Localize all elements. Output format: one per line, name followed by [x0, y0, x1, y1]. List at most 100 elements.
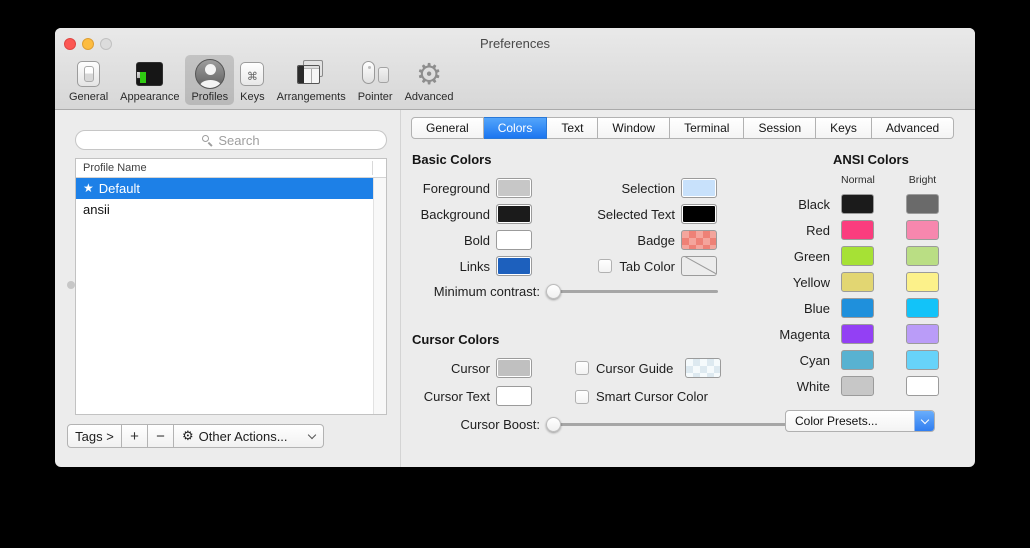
- keys-icon: ⌘: [240, 58, 264, 89]
- ansi-color-label: Cyan: [745, 353, 830, 368]
- green-normal-color-well[interactable]: [841, 246, 874, 266]
- toolbar-item-pointer[interactable]: Pointer: [352, 55, 399, 105]
- ansi-color-label: Green: [745, 249, 830, 264]
- foreground-color-well[interactable]: [496, 178, 532, 198]
- pane-divider-dot: [67, 281, 75, 289]
- color-presets-dropdown[interactable]: Color Presets...: [785, 410, 935, 432]
- green-bright-color-well[interactable]: [906, 246, 939, 266]
- profile-row-default[interactable]: ★ Default: [76, 178, 373, 199]
- profile-name-column-header: Profile Name: [83, 162, 147, 174]
- scrollbar-track[interactable]: [373, 178, 386, 414]
- window-title: Preferences: [55, 36, 975, 51]
- toolbar-item-general[interactable]: General: [63, 55, 114, 105]
- cyan-normal-color-well[interactable]: [841, 350, 874, 370]
- color-label: Tab Color: [619, 259, 675, 274]
- color-row-foreground: Foreground: [412, 178, 532, 198]
- blue-normal-color-well[interactable]: [841, 298, 874, 318]
- smart-cursor-color-label: Smart Cursor Color: [596, 389, 708, 404]
- color-row-cursor-text: Cursor Text: [412, 386, 532, 406]
- yellow-bright-color-well[interactable]: [906, 272, 939, 292]
- white-bright-color-well[interactable]: [906, 376, 939, 396]
- color-row-tab-color: Tab Color: [555, 256, 717, 276]
- cursor-guide-checkbox[interactable]: [575, 361, 589, 375]
- black-normal-color-well[interactable]: [841, 194, 874, 214]
- toolbar-item-keys[interactable]: ⌘ Keys: [234, 55, 270, 105]
- profile-row-ansii[interactable]: ansii: [76, 199, 373, 220]
- ansi-color-label: Red: [745, 223, 830, 238]
- add-profile-button[interactable]: +: [122, 424, 148, 448]
- minimum-contrast-slider[interactable]: [548, 290, 718, 293]
- basic-colors-right-column: Selection Selected Text Badge Tab Color: [555, 178, 717, 282]
- ansi-color-label: White: [745, 379, 830, 394]
- color-row-links: Links: [412, 256, 532, 276]
- smart-cursor-color-checkbox[interactable]: [575, 390, 589, 404]
- smart-cursor-color-row: Smart Cursor Color: [575, 389, 721, 404]
- toolbar-item-profiles[interactable]: Profiles: [185, 55, 234, 105]
- tab-general[interactable]: General: [411, 117, 484, 139]
- tab-window[interactable]: Window: [598, 117, 670, 139]
- basic-colors-left-column: Foreground Background Bold Links: [412, 178, 532, 282]
- advanced-gear-icon: ⚙: [416, 58, 442, 89]
- color-label: Badge: [555, 233, 675, 248]
- slider-knob[interactable]: [546, 417, 561, 432]
- white-normal-color-well[interactable]: [841, 376, 874, 396]
- panel-divider: [400, 110, 401, 467]
- magenta-bright-color-well[interactable]: [906, 324, 939, 344]
- ansi-colors-grid: Normal Bright Black Red Green Yellow Blu…: [745, 174, 939, 402]
- red-bright-color-well[interactable]: [906, 220, 939, 240]
- arrangements-icon: [296, 58, 326, 89]
- ansi-colors-title: ANSI Colors: [833, 152, 909, 167]
- links-color-well[interactable]: [496, 256, 532, 276]
- selection-color-well[interactable]: [681, 178, 717, 198]
- toolbar-item-label: Keys: [240, 91, 264, 103]
- tab-advanced[interactable]: Advanced: [872, 117, 954, 139]
- search-input[interactable]: Search: [75, 130, 387, 150]
- toolbar-item-advanced[interactable]: ⚙ Advanced: [399, 55, 460, 105]
- tab-text[interactable]: Text: [547, 117, 598, 139]
- cursor-color-well[interactable]: [496, 358, 532, 378]
- tab-keys[interactable]: Keys: [816, 117, 872, 139]
- black-bright-color-well[interactable]: [906, 194, 939, 214]
- badge-color-well[interactable]: [681, 230, 717, 250]
- selected-text-color-well[interactable]: [681, 204, 717, 224]
- color-label: Selection: [555, 181, 675, 196]
- slider-knob[interactable]: [546, 284, 561, 299]
- toolbar-item-arrangements[interactable]: Arrangements: [271, 55, 352, 105]
- cursor-guide-color-well[interactable]: [685, 358, 721, 378]
- cursor-text-color-well[interactable]: [496, 386, 532, 406]
- toolbar-item-label: General: [69, 91, 108, 103]
- color-label: Cursor: [412, 361, 490, 376]
- tab-color-well[interactable]: [681, 256, 717, 276]
- toolbar-item-label: Appearance: [120, 91, 179, 103]
- color-row-bold: Bold: [412, 230, 532, 250]
- remove-profile-button[interactable]: −: [148, 424, 174, 448]
- tags-button[interactable]: Tags >: [67, 424, 122, 448]
- blue-bright-color-well[interactable]: [906, 298, 939, 318]
- background-color-well[interactable]: [496, 204, 532, 224]
- color-label: Links: [412, 259, 490, 274]
- other-actions-dropdown[interactable]: ⚙ Other Actions...: [174, 424, 324, 448]
- cursor-guide-label: Cursor Guide: [596, 361, 673, 376]
- yellow-normal-color-well[interactable]: [841, 272, 874, 292]
- cursor-guide-row: Cursor Guide: [575, 358, 721, 378]
- color-presets-label: Color Presets...: [786, 414, 914, 428]
- color-label: Bold: [412, 233, 490, 248]
- bold-color-well[interactable]: [496, 230, 532, 250]
- pointer-icon: [360, 58, 390, 89]
- cyan-bright-color-well[interactable]: [906, 350, 939, 370]
- window-header: Preferences General × Appearance Profile…: [55, 28, 975, 110]
- ansi-row-green: Green: [745, 246, 939, 266]
- color-row-badge: Badge: [555, 230, 717, 250]
- toolbar-item-label: Advanced: [405, 91, 454, 103]
- toolbar-item-label: Profiles: [191, 91, 228, 103]
- tab-colors[interactable]: Colors: [484, 117, 548, 139]
- tab-session[interactable]: Session: [744, 117, 816, 139]
- toolbar-item-appearance[interactable]: × Appearance: [114, 55, 185, 105]
- dropdown-cap: [914, 410, 934, 432]
- red-normal-color-well[interactable]: [841, 220, 874, 240]
- tab-terminal[interactable]: Terminal: [670, 117, 744, 139]
- profile-list-header[interactable]: Profile Name: [76, 159, 386, 178]
- tab-color-checkbox[interactable]: [598, 259, 612, 273]
- other-actions-label: Other Actions...: [199, 429, 288, 444]
- magenta-normal-color-well[interactable]: [841, 324, 874, 344]
